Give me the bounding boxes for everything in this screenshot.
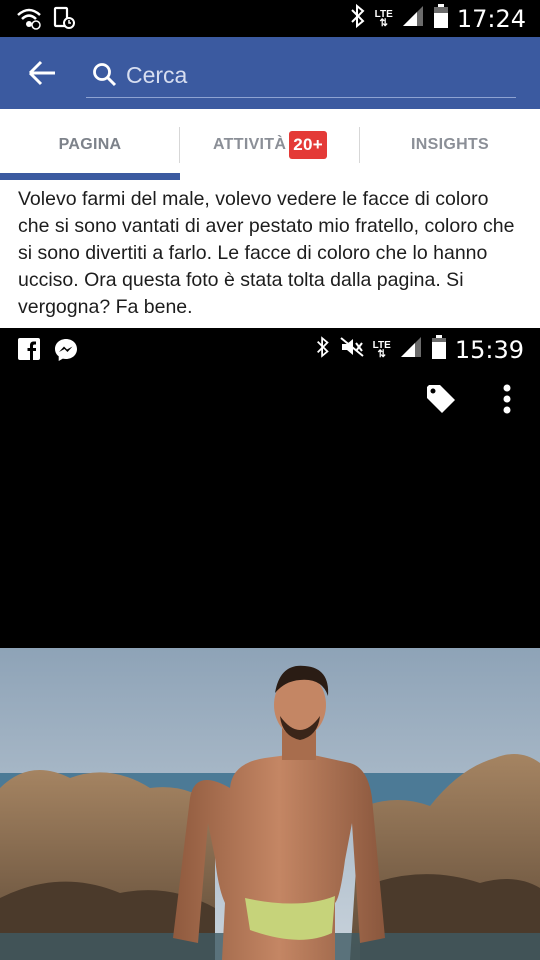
network-type: LTE ⇅ xyxy=(374,8,393,29)
bluetooth-icon xyxy=(349,3,367,34)
status-bar: LTE ⇅ 17:24 xyxy=(0,0,540,37)
arrow-left-icon[interactable] xyxy=(26,59,58,87)
wifi-icon xyxy=(16,6,42,35)
tab-insights[interactable]: INSIGHTS xyxy=(360,109,540,181)
search-placeholder: Cerca xyxy=(126,62,188,88)
facebook-icon xyxy=(18,338,40,367)
screen-mirror-icon xyxy=(52,6,76,35)
search-icon xyxy=(92,62,118,93)
network-type: LTE ⇅ xyxy=(372,339,391,360)
tag-icon[interactable] xyxy=(425,383,457,420)
search-input[interactable]: Cerca xyxy=(86,55,516,98)
battery-icon xyxy=(431,334,447,365)
bluetooth-icon xyxy=(315,335,331,364)
signal-icon xyxy=(399,335,423,364)
tab-attivita[interactable]: ATTIVITÀ 20+ xyxy=(180,109,360,181)
tab-label: ATTIVITÀ xyxy=(213,136,287,153)
battery-icon xyxy=(433,3,449,34)
post: Volevo farmi del male, volevo vedere le … xyxy=(0,181,540,328)
selected-tab-indicator xyxy=(0,173,180,180)
messenger-icon xyxy=(54,338,78,367)
tab-bar: PAGINA ATTIVITÀ 20+ INSIGHTS xyxy=(0,109,540,182)
status-time: 17:24 xyxy=(456,4,526,33)
app-bar: Cerca xyxy=(0,37,540,109)
tab-label: INSIGHTS xyxy=(411,136,489,153)
embedded-time: 15:39 xyxy=(454,335,524,364)
notification-badge: 20+ xyxy=(289,131,327,159)
more-vertical-icon[interactable] xyxy=(500,383,514,422)
tab-pagina[interactable]: PAGINA xyxy=(0,109,180,181)
tab-label: PAGINA xyxy=(58,136,122,153)
mute-icon xyxy=(339,336,365,363)
embedded-screenshot: LTE ⇅ 15:39 xyxy=(0,328,540,960)
post-text: Volevo farmi del male, volevo vedere le … xyxy=(18,188,515,318)
signal-icon xyxy=(401,4,425,33)
photo xyxy=(0,648,540,960)
embedded-status-bar: LTE ⇅ 15:39 xyxy=(0,328,540,368)
